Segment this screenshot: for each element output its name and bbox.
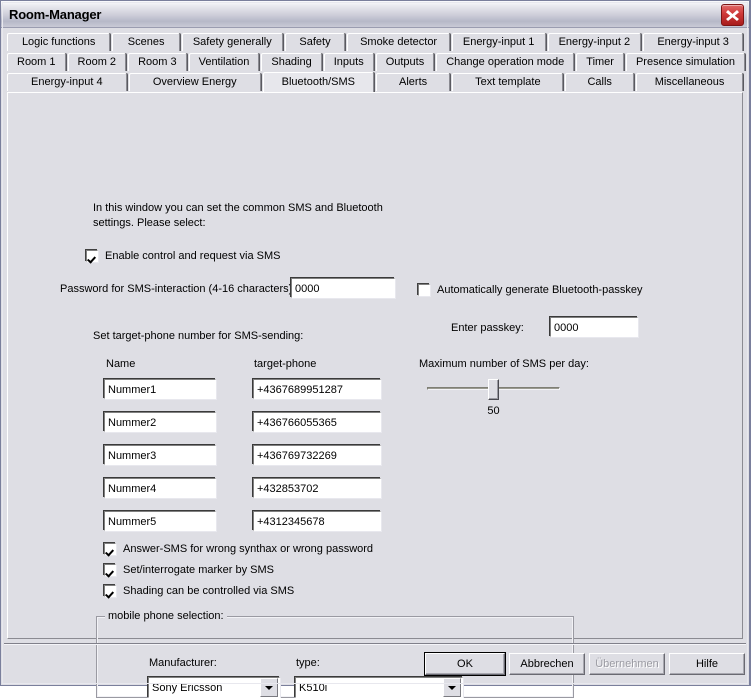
tab-alerts[interactable]: Alerts [375, 73, 451, 91]
cancel-button[interactable]: Abbrechen [509, 653, 585, 675]
tab-row-1: Logic functions Scenes Safety generally … [7, 32, 744, 51]
tab-outputs[interactable]: Outputs [375, 53, 435, 71]
checkbox-box [418, 284, 430, 296]
checkbox-box [86, 250, 98, 262]
tab-room-1[interactable]: Room 1 [7, 53, 66, 71]
tab-energy-input-2[interactable]: Energy-input 2 [547, 33, 642, 51]
tab-bluetooth-sms[interactable]: Bluetooth/SMS [262, 72, 374, 92]
name-input-3[interactable] [104, 445, 216, 465]
tab-smoke-detector[interactable]: Smoke detector [347, 33, 450, 51]
target-phone-heading: Set target-phone number for SMS-sending: [93, 330, 304, 342]
auto-passkey-checkbox[interactable]: Automatically generate Bluetooth-passkey [418, 284, 642, 296]
answer-sms-checkbox[interactable]: Answer-SMS for wrong synthax or wrong pa… [104, 543, 373, 555]
tab-room-2[interactable]: Room 2 [67, 53, 127, 71]
name-input-4[interactable] [104, 478, 216, 498]
intro-text: In this window you can set the common SM… [93, 202, 383, 229]
phone-input-4[interactable] [253, 478, 381, 498]
auto-passkey-label: Automatically generate Bluetooth-passkey [437, 284, 643, 296]
tab-ventilation[interactable]: Ventilation [188, 53, 260, 71]
enable-sms-checkbox[interactable]: Enable control and request via SMS [86, 250, 281, 262]
phone-input-5[interactable] [253, 511, 381, 531]
phone-input-1[interactable] [253, 379, 381, 399]
tab-row-2: Room 1 Room 2 Room 3 Ventilation Shading… [7, 52, 746, 71]
bluetooth-sms-panel: In this window you can set the common SM… [7, 92, 743, 698]
sms-per-day-slider[interactable]: 50 [427, 379, 560, 424]
tab-safety-generally[interactable]: Safety generally [181, 33, 283, 51]
mobile-phone-selection-title: mobile phone selection: [105, 610, 227, 622]
password-input[interactable] [291, 278, 395, 298]
tab-scenes[interactable]: Scenes [112, 33, 180, 51]
checkbox-box [104, 585, 116, 597]
answer-sms-label: Answer-SMS for wrong synthax or wrong pa… [123, 543, 374, 555]
tab-safety[interactable]: Safety [284, 33, 346, 51]
passkey-input[interactable] [550, 317, 638, 337]
tab-text-template[interactable]: Text template [452, 73, 564, 91]
phone-input-3[interactable] [253, 445, 381, 465]
tab-timer[interactable]: Timer [576, 53, 624, 71]
tab-row-3: Energy-input 4 Overview Energy Bluetooth… [7, 72, 744, 92]
close-icon[interactable] [721, 4, 744, 26]
help-button[interactable]: Hilfe [669, 653, 745, 675]
tab-energy-input-4[interactable]: Energy-input 4 [7, 73, 127, 91]
slider-label: Maximum number of SMS per day: [419, 358, 589, 370]
shading-via-sms-label: Shading can be controlled via SMS [123, 585, 295, 597]
checkbox-box [104, 543, 116, 555]
apply-button: Übernehmen [589, 653, 665, 675]
tab-strip: Logic functions Scenes Safety generally … [1, 28, 749, 92]
password-label: Password for SMS-interaction (4-16 chara… [60, 283, 296, 295]
ok-button[interactable]: OK [424, 652, 506, 676]
tab-shading[interactable]: Shading [261, 53, 322, 71]
tab-change-operation-mode[interactable]: Change operation mode [436, 53, 575, 71]
slider-value: 50 [487, 405, 500, 417]
tab-miscellaneous[interactable]: Miscellaneous [636, 73, 744, 91]
name-input-1[interactable] [104, 379, 216, 399]
column-header-target-phone: target-phone [254, 358, 317, 370]
tab-logic-functions[interactable]: Logic functions [7, 33, 111, 51]
window-title: Room-Manager [9, 6, 102, 22]
tab-energy-input-3[interactable]: Energy-input 3 [643, 33, 744, 51]
passkey-label: Enter passkey: [451, 322, 524, 334]
tab-calls[interactable]: Calls [565, 73, 635, 91]
tab-room-3[interactable]: Room 3 [128, 53, 187, 71]
tab-overview-energy[interactable]: Overview Energy [128, 73, 261, 91]
set-interrogate-marker-label: Set/interrogate marker by SMS [123, 564, 275, 576]
phone-input-2[interactable] [253, 412, 381, 432]
name-input-2[interactable] [104, 412, 216, 432]
dialog-button-bar: OK Abbrechen Übernehmen Hilfe [4, 643, 746, 685]
slider-thumb[interactable] [488, 379, 499, 400]
tab-inputs[interactable]: Inputs [323, 53, 374, 71]
tab-energy-input-1[interactable]: Energy-input 1 [451, 33, 546, 51]
title-bar: Room-Manager [1, 1, 749, 28]
tab-presence-simulation[interactable]: Presence simulation [625, 53, 746, 71]
checkbox-box [104, 564, 116, 576]
set-interrogate-marker-checkbox[interactable]: Set/interrogate marker by SMS [104, 564, 274, 576]
room-manager-window: Room-Manager Logic functions Scenes Safe… [0, 0, 751, 698]
enable-sms-label: Enable control and request via SMS [105, 250, 281, 262]
column-header-name: Name [106, 358, 136, 370]
name-input-5[interactable] [104, 511, 216, 531]
shading-via-sms-checkbox[interactable]: Shading can be controlled via SMS [104, 585, 294, 597]
